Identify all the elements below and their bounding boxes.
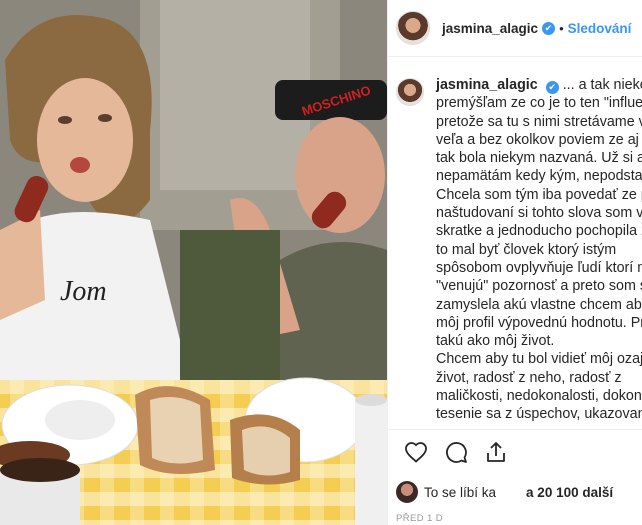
like-button[interactable]	[396, 432, 436, 472]
follow-button[interactable]: Sledování	[568, 21, 632, 36]
caption-line: to mal byť človek ktorý istým	[436, 241, 617, 258]
caption-line: skratke a jednoducho pochopila ze by	[436, 223, 642, 240]
shirt-text: Jom	[60, 276, 107, 307]
separator-dot: •	[559, 20, 564, 36]
author-username[interactable]: jasmina_alagic	[442, 21, 538, 36]
post-side-panel: jasmina_alagic ✔ • Sledování jasmina_ala…	[387, 0, 642, 525]
caption-line: naštudovaní si tohto slova som v	[436, 205, 642, 222]
caption-line: život, radosť z neho, radosť z	[436, 369, 622, 386]
likes-prefix: To se líbí ka	[424, 484, 497, 500]
caption-line: Chcem aby tu bol vidieť môj ozajstný	[436, 351, 642, 368]
caption-author-username[interactable]: jasmina_alagic	[436, 77, 538, 93]
likes-count[interactable]: a 20 100 další	[526, 485, 613, 500]
caption-line: premýšľam ze co je to ten "influencer"	[436, 95, 642, 112]
action-bar	[388, 429, 642, 474]
caption-line: spôsobom ovplyvňuje ľudí ktorí mu	[436, 259, 642, 276]
caption-author-avatar[interactable]	[396, 78, 424, 106]
caption-comment: jasmina_alagic ✔ ... a tak niekedy premý…	[396, 76, 642, 424]
caption-line: tak bola niekym nazvaná. Už si ale	[436, 150, 642, 167]
caption-line: zamyslela akú vlastne chcem aby mal	[436, 296, 642, 313]
caption-line: nepamätám kedy kým, nepodstatne.	[436, 168, 642, 185]
caption-text: jasmina_alagic ✔ ... a tak niekedy premý…	[436, 76, 642, 424]
comment-icon	[446, 442, 467, 463]
caption-line: tesenie sa z úspechov, ukazovanie veci	[436, 406, 642, 423]
post-photo-illustration: Jom MOSCHINO	[0, 0, 387, 525]
verified-badge-icon: ✔	[542, 21, 556, 35]
comment-button[interactable]	[436, 432, 476, 472]
heart-icon	[405, 442, 427, 463]
caption-line: takú ako môj život.	[436, 333, 555, 350]
caption-line: jasmina_alagic ✔ ... a tak niekedy	[436, 77, 642, 94]
liker-avatar[interactable]	[396, 481, 418, 503]
caption-line: pretože sa tu s nimi stretávame veľmi	[436, 113, 642, 130]
share-button[interactable]	[476, 432, 516, 472]
caption-line: môj profil výpovednú hodnotu. Presne	[436, 314, 642, 331]
caption-line: maličkosti, nedokonalosti, dokonalosti,	[436, 388, 642, 405]
caption-line: "venujú" pozornosť a preto som sa	[436, 278, 642, 295]
post-header: jasmina_alagic ✔ • Sledování	[388, 0, 642, 57]
post-photo[interactable]: Jom MOSCHINO	[0, 0, 387, 525]
author-avatar[interactable]	[396, 11, 430, 45]
caption-line: Chcela som tým iba povedať ze po	[436, 186, 642, 203]
share-icon	[487, 442, 505, 462]
post-timestamp[interactable]: PŘED 1 D	[396, 513, 443, 524]
comments-section[interactable]: jasmina_alagic ✔ ... a tak niekedy premý…	[388, 58, 642, 428]
likes-summary: To se líbí ka a 20 100 další	[396, 478, 634, 506]
caption-verified-badge-icon: ✔	[545, 81, 559, 94]
caption-line: veľa a bez okolkov poviem ze aj ja som	[436, 131, 642, 148]
